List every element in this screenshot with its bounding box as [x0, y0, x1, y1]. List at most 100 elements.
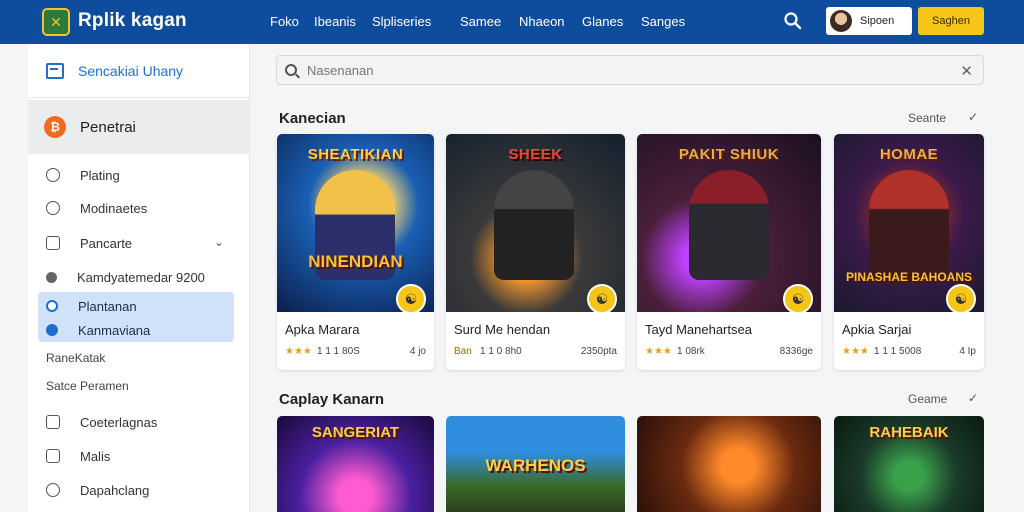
sidebar-active-label: Penetrai — [80, 118, 136, 136]
sidebar-item-active[interactable]: ₿ Penetrai — [28, 100, 250, 154]
sidebar-item-label: Kanmaviana — [78, 322, 151, 338]
game-meta: 1 1 1 80S — [317, 346, 360, 357]
sidebar-item-label: Coeterlagnas — [80, 414, 158, 430]
brand-name[interactable]: Rplik kagan — [78, 10, 187, 32]
sidebar-item-label: Dapahclang — [80, 482, 150, 498]
check-icon[interactable]: ✓ — [968, 391, 978, 405]
nav-link-5[interactable]: Nhaeon — [519, 14, 565, 29]
lock-icon — [46, 449, 60, 463]
game-name: Apka Marara — [285, 322, 360, 337]
nav-link-6[interactable]: Glanes — [582, 14, 623, 29]
rating-stars: ★★★ — [285, 346, 312, 357]
rating-stars: ★★★ — [645, 346, 672, 357]
account-label: Sipoen — [860, 15, 895, 27]
coin-icon: ₿ — [44, 116, 66, 138]
section-title: Caplay Kanarn — [279, 391, 385, 408]
game-meta: 1 08rk — [677, 346, 705, 357]
nav-link-4[interactable]: Samee — [460, 14, 501, 29]
rating-stars: Ban — [454, 346, 472, 357]
nav-link-1[interactable]: Foko — [270, 14, 299, 29]
nav-link-2[interactable]: Ibeanis — [314, 14, 356, 29]
sidebar-item-label: Malis — [80, 448, 111, 464]
game-card[interactable]: PAKIT SHIUK ☯ Tayd Manehartsea ★★★ 1 08r… — [637, 134, 821, 370]
checklist-icon — [46, 415, 60, 429]
radio-icon — [46, 300, 58, 312]
sidebar-item-label: Kamdyatemedar 9200 — [77, 269, 205, 285]
game-card[interactable]: SHEEK ☯ Surd Me hendan Ban 1 1 0 8h0 235… — [446, 134, 625, 370]
game-size: 2350pta — [580, 346, 617, 357]
game-card[interactable]: SHEATIKIAN NINENDIAN ☯ Apka Marara ★★★ 1… — [277, 134, 434, 370]
history-icon — [46, 201, 60, 215]
download-badge-icon[interactable]: ☯ — [783, 284, 813, 314]
sidebar-item-pancarte[interactable]: Pancarte ⌄ — [28, 230, 250, 256]
cover-subtitle: PINASHAE BAHOANS — [845, 270, 972, 284]
avatar — [830, 10, 852, 32]
cover-title: HOMAE — [879, 146, 939, 163]
account-button[interactable]: Sipoen — [826, 7, 912, 35]
game-meta: 1 1 1 5008 — [874, 346, 922, 357]
cover-subtitle: NINENDIAN — [308, 252, 403, 271]
game-name: Tayd Manehartsea — [645, 322, 752, 337]
radio-selected-icon — [46, 324, 58, 336]
cover-title: SHEATIKIAN — [307, 146, 404, 163]
cover-title: PAKIT SHIUK — [678, 146, 780, 163]
game-name: Surd Me hendan — [454, 322, 551, 337]
game-card[interactable]: SANGERIAT — [277, 416, 434, 512]
sidebar-text-satce-peramen[interactable]: Satce Peramen — [46, 379, 129, 393]
sidebar: Sencakiai Uhany ₿ Penetrai Plating Modin… — [28, 44, 250, 512]
download-badge-icon[interactable]: ☯ — [587, 284, 617, 314]
sidebar-item-kamdyatemedar[interactable]: Kamdyatemedar 9200 — [28, 264, 250, 290]
window-icon — [46, 62, 64, 79]
game-size: 4 Ip — [959, 346, 976, 357]
search-icon[interactable] — [782, 10, 804, 32]
section-title: Kanecian — [279, 110, 346, 127]
settings-icon — [46, 483, 60, 497]
see-all-link[interactable]: Geame — [908, 392, 947, 406]
cover-title: RAHEBAIK — [869, 424, 949, 441]
game-size: 4 jo — [409, 346, 426, 357]
game-meta: 1 1 0 8h0 — [480, 346, 522, 357]
sidebar-item-dapahclang[interactable]: Dapahclang — [28, 477, 250, 503]
sidebar-item-label: Pancarte — [80, 235, 133, 251]
sidebar-item-plantanan[interactable]: Plantanan — [46, 296, 137, 316]
cover-title: SANGERIAT — [311, 424, 400, 441]
sidebar-item-coeterlagnas[interactable]: Coeterlagnas — [28, 409, 250, 435]
folder-icon — [46, 236, 60, 250]
see-all-link[interactable]: Seante — [908, 111, 946, 125]
nav-link-7[interactable]: Sanges — [641, 14, 685, 29]
sidebar-item-label: Plantanan — [78, 298, 137, 314]
search-input[interactable] — [307, 62, 947, 78]
cover-title: WARHENOS — [485, 456, 586, 475]
sidebar-item-modinaetes[interactable]: Modinaetes — [28, 195, 250, 221]
sidebar-header[interactable]: Sencakiai Uhany — [28, 44, 250, 98]
game-size: 8336ge — [779, 346, 813, 357]
clock-icon — [46, 168, 60, 182]
chevron-down-icon[interactable]: ⌄ — [214, 235, 224, 249]
game-card[interactable]: RAHEBAIK — [834, 416, 984, 512]
download-badge-icon[interactable]: ☯ — [396, 284, 426, 314]
top-navigation-bar: ✕ Rplik kagan Foko Ibeanis Slpliseries S… — [0, 0, 1024, 44]
search-icon — [285, 64, 297, 76]
cover-title: SHEEK — [508, 146, 563, 163]
download-badge-icon[interactable]: ☯ — [946, 284, 976, 314]
signup-button[interactable]: Saghen — [918, 7, 984, 35]
app-logo-icon[interactable]: ✕ — [42, 8, 70, 36]
game-card[interactable] — [637, 416, 821, 512]
game-card[interactable]: WARHENOS — [446, 416, 625, 512]
sidebar-item-label: Plating — [80, 167, 120, 183]
sidebar-text-ranekatak[interactable]: RaneKatak — [46, 351, 105, 365]
rating-stars: ★★★ — [842, 346, 869, 357]
sidebar-item-label: Modinaetes — [80, 200, 148, 216]
sidebar-item-malis[interactable]: Malis — [28, 443, 250, 469]
nav-link-3[interactable]: Slpliseries — [372, 14, 431, 29]
game-name: Apkia Sarjai — [842, 322, 912, 337]
check-icon[interactable]: ✓ — [968, 110, 978, 124]
sidebar-item-kanmaviana[interactable]: Kanmaviana — [46, 320, 150, 340]
game-card[interactable]: HOMAE PINASHAE BAHOANS ☯ Apkia Sarjai ★★… — [834, 134, 984, 370]
sidebar-item-plating[interactable]: Plating — [28, 162, 250, 188]
sidebar-header-label: Sencakiai Uhany — [78, 62, 184, 79]
selected-group: Plantanan Kanmaviana — [38, 292, 234, 342]
close-icon[interactable]: ✕ — [960, 62, 973, 80]
search-bar: ✕ — [276, 55, 984, 85]
dot-icon — [46, 271, 57, 283]
